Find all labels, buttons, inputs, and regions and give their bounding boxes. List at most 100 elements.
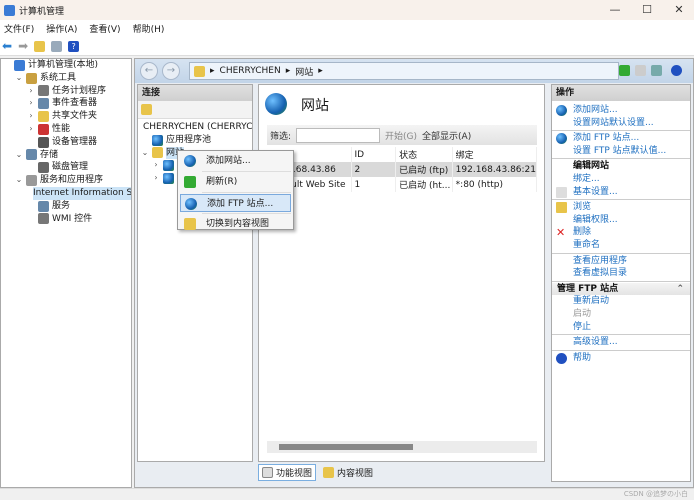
actions-header: 操作 (552, 85, 690, 101)
column-binding[interactable]: 绑定 (452, 147, 538, 162)
forward-arrow-icon[interactable]: ➡ (18, 39, 28, 53)
help-icon[interactable] (671, 65, 682, 76)
window-title: 计算机管理 (19, 6, 65, 17)
tree-node-icon (38, 98, 49, 110)
expand-chevron-icon[interactable]: › (27, 97, 35, 110)
tree-item[interactable]: 服务 (1, 200, 131, 213)
tree-item[interactable]: ⌄ 服务和应用程序 (1, 174, 131, 187)
action-link[interactable]: 编辑权限... (552, 214, 690, 227)
tree-server[interactable]: CHERRYCHEN (CHERRYC (138, 121, 252, 134)
table-row[interactable]: 192.168.43.86 2 已启动 (ftp) 192.168.43.86:21 (267, 162, 538, 177)
tree-item[interactable]: 计算机管理(本地) (1, 59, 131, 72)
expand-chevron-icon[interactable]: ⌄ (15, 72, 23, 85)
menu-view[interactable]: 查看(V) (89, 22, 120, 35)
home-icon[interactable] (651, 65, 662, 76)
tree-item[interactable]: › 共享文件夹 (1, 110, 131, 123)
menu-file[interactable]: 文件(F) (4, 22, 34, 35)
scrollbar-thumb[interactable] (279, 444, 413, 450)
minimize-button[interactable]: — (600, 0, 630, 20)
delete-icon: ✕ (556, 226, 566, 240)
nav-back-button[interactable]: ← (140, 62, 158, 80)
menu-item-refresh[interactable]: 刷新(R) (180, 173, 291, 191)
action-link[interactable]: 重新启动 (552, 295, 690, 308)
action-link[interactable]: 绑定... (552, 173, 690, 186)
action-link[interactable]: 帮助 (552, 352, 690, 365)
breadcrumb-server[interactable]: CHERRYCHEN (220, 66, 281, 76)
tree-item[interactable]: ⌄ 系统工具 (1, 72, 131, 85)
table-row[interactable]: Default Web Site 1 已启动 (ht... *:80 (http) (267, 177, 538, 192)
connect-icon[interactable] (141, 104, 152, 115)
action-link[interactable]: 设置 FTP 站点默认值... (552, 145, 690, 158)
column-status[interactable]: 状态 (395, 147, 453, 162)
globe-icon (556, 133, 567, 145)
help-icon[interactable]: ? (68, 40, 80, 52)
collapse-icon[interactable]: ⌃ (676, 283, 684, 296)
start-filter-button[interactable]: 开始(G) (385, 129, 417, 142)
context-menu: 添加网站... 刷新(R) 添加 FTP 站点... 切换到内容视图 (177, 150, 294, 230)
action-link[interactable]: 查看应用程序 (552, 255, 690, 268)
tree-item[interactable]: Internet Information Se (1, 186, 131, 200)
action-link[interactable]: 基本设置... (552, 186, 690, 199)
menu-item-add-site[interactable]: 添加网站... (180, 152, 291, 170)
tree-node-icon (38, 111, 49, 123)
column-id[interactable]: ID (351, 147, 397, 162)
action-link[interactable]: 添加 FTP 站点... (552, 132, 690, 145)
action-link[interactable]: 重命名 (552, 239, 690, 252)
action-link[interactable]: 设置网站默认设置... (552, 117, 690, 130)
expand-chevron-icon[interactable]: › (27, 85, 35, 98)
maximize-button[interactable]: ☐ (632, 0, 662, 20)
menu-action[interactable]: 操作(A) (46, 22, 77, 35)
tree-item[interactable]: 设备管理器 (1, 136, 131, 149)
breadcrumb-sites[interactable]: 网站 (295, 65, 313, 78)
horizontal-scrollbar[interactable] (267, 441, 537, 453)
menu-item-add-ftp-site[interactable]: 添加 FTP 站点... (180, 194, 291, 212)
tree-item[interactable]: ⌄ 存储 (1, 149, 131, 162)
close-button[interactable]: ✕ (664, 0, 694, 20)
back-arrow-icon[interactable]: ⬅ (2, 39, 12, 53)
globe-icon (556, 105, 567, 116)
expand-chevron-icon[interactable]: ⌄ (15, 149, 23, 162)
action-link[interactable]: ✕ 删除 (552, 226, 690, 239)
action-link[interactable]: 查看虚拟目录 (552, 267, 690, 280)
tree-app-pools[interactable]: 应用程序池 (138, 134, 252, 147)
action-link[interactable]: 启动 (552, 308, 690, 321)
tab-content-view[interactable]: 内容视图 (320, 465, 376, 480)
features-view-icon (262, 467, 273, 478)
show-all-button[interactable]: 全部显示(A) (422, 129, 471, 142)
tab-features-view[interactable]: 功能视图 (258, 464, 317, 481)
action-link[interactable]: 高级设置... (552, 336, 690, 349)
globe-icon (163, 173, 174, 185)
sites-folder-icon (194, 65, 205, 77)
globe-icon (185, 198, 197, 210)
nav-forward-button[interactable]: → (162, 62, 180, 80)
up-folder-icon[interactable] (34, 40, 46, 52)
menu-help[interactable]: 帮助(H) (133, 22, 165, 35)
action-link[interactable]: 停止 (552, 321, 690, 334)
tree-item[interactable]: › 性能 (1, 123, 131, 136)
filter-input[interactable] (296, 127, 381, 143)
expand-chevron-icon[interactable]: › (27, 123, 35, 136)
stop-icon[interactable] (635, 65, 646, 76)
connections-header: 连接 (138, 85, 252, 101)
expand-chevron-icon[interactable]: › (27, 110, 35, 123)
refresh-icon[interactable] (619, 65, 630, 76)
tree-item[interactable]: › 事件查看器 (1, 97, 131, 110)
ftp-section-header[interactable]: 管理 FTP 站点 ⌃ (552, 282, 690, 296)
tree-item[interactable]: WMI 控件 (1, 213, 131, 226)
browse-icon (556, 202, 567, 214)
sites-content: 网站 筛选: 开始(G) 全部显示(A) 名称ID状态绑定 192.168.43… (258, 84, 545, 462)
tree-item[interactable]: › 任务计划程序 (1, 85, 131, 98)
sites-globe-icon (265, 93, 287, 115)
content-view-icon (184, 218, 196, 230)
tree-node-icon (26, 72, 37, 84)
address-bar[interactable]: ▸ CHERRYCHEN ▸ 网站 ▸ (189, 62, 619, 80)
expand-chevron-icon[interactable]: ⌄ (15, 174, 23, 187)
menu-item-content-view[interactable]: 切换到内容视图 (180, 215, 291, 233)
tree-node-icon (26, 175, 37, 187)
show-hide-tree-icon[interactable] (51, 40, 63, 52)
tree-item[interactable]: 磁盘管理 (1, 161, 131, 174)
divider (552, 334, 690, 336)
action-link[interactable]: 添加网站... (552, 104, 690, 117)
actions-panel: 操作 添加网站... 设置网站默认设置... 添加 FTP 站点... 设置 FTP … (551, 84, 691, 482)
action-link[interactable]: 浏览 (552, 201, 690, 214)
